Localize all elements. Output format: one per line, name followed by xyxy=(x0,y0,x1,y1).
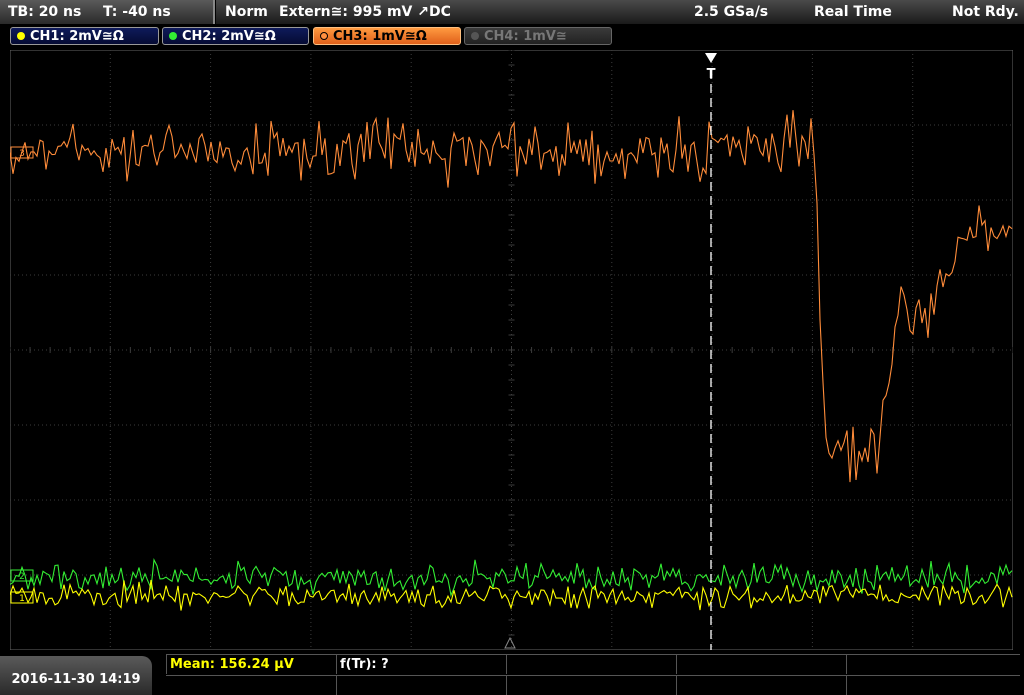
channel-4-tab[interactable]: CH4: 1mV≅ xyxy=(464,27,612,45)
channel-4-color-dot-icon xyxy=(471,31,479,40)
channel-1-label: CH1: 2mV≅Ω xyxy=(30,29,124,44)
measurement-panel[interactable]: Mean: 156.24 µV f(Tr): ? xyxy=(166,654,1020,695)
trigger-time-readout[interactable]: T: -40 ns xyxy=(103,0,171,24)
date-time-label: 2016-11-30 14:19 xyxy=(11,672,141,687)
channel-2-label: CH2: 2mV≅Ω xyxy=(182,29,276,44)
channel-2-color-dot-icon xyxy=(169,31,177,40)
channel-2-tab[interactable]: CH2: 2mV≅Ω xyxy=(162,27,309,45)
svg-text:2: 2 xyxy=(19,572,25,582)
timebase-panel[interactable]: TB: 20 ns T: -40 ns xyxy=(0,0,215,24)
fall-time-measurement[interactable]: f(Tr): ? xyxy=(336,655,505,674)
channel-4-label: CH4: 1mV≅ xyxy=(484,29,567,44)
channel-tabs: CH1: 2mV≅Ω CH2: 2mV≅Ω CH3: 1mV≅Ω CH4: 1m… xyxy=(0,26,1024,48)
waveform-display[interactable]: T 3 2 1 xyxy=(10,50,1013,650)
channel-3-label: CH3: 1mV≅Ω xyxy=(333,29,427,44)
date-time-display: 2016-11-30 14:19 xyxy=(0,656,152,695)
measurement-slot-7[interactable] xyxy=(506,676,675,695)
measurement-slot-3[interactable] xyxy=(506,655,675,674)
mean-measurement[interactable]: Mean: 156.24 µV xyxy=(166,655,335,674)
measurement-slot-9[interactable] xyxy=(846,676,1020,695)
measurement-slot-5[interactable] xyxy=(846,655,1020,674)
measurement-slot-8[interactable] xyxy=(676,676,845,695)
channel-3-color-dot-icon xyxy=(320,31,328,40)
timebase-readout[interactable]: TB: 20 ns xyxy=(8,0,81,24)
measurement-slot-6[interactable] xyxy=(336,676,505,695)
trigger-panel[interactable]: Norm Extern≅: 995 mV ↗DC 2.5 GSa/s Real … xyxy=(216,0,1024,24)
trigger-mode[interactable]: Norm xyxy=(225,0,268,24)
channel-3-tab[interactable]: CH3: 1mV≅Ω xyxy=(313,27,461,45)
trigger-source[interactable]: Extern≅: 995 mV ↗DC xyxy=(279,0,451,24)
channel-1-color-dot-icon xyxy=(17,31,25,40)
svg-text:3: 3 xyxy=(19,149,25,159)
measurement-row-2 xyxy=(166,675,1020,695)
measurement-slot-4[interactable] xyxy=(676,655,845,674)
acquisition-status: Not Rdy. xyxy=(952,4,1019,20)
svg-text:1: 1 xyxy=(19,594,25,604)
bottom-bar: 2016-11-30 14:19 Mean: 156.24 µV f(Tr): … xyxy=(0,652,1024,695)
trigger-position-label: T xyxy=(707,67,716,82)
status-bar: TB: 20 ns T: -40 ns Norm Extern≅: 995 mV… xyxy=(0,0,1024,24)
acquisition-mode[interactable]: Real Time xyxy=(814,0,892,24)
sample-rate[interactable]: 2.5 GSa/s xyxy=(694,0,768,24)
channel-1-tab[interactable]: CH1: 2mV≅Ω xyxy=(10,27,159,45)
